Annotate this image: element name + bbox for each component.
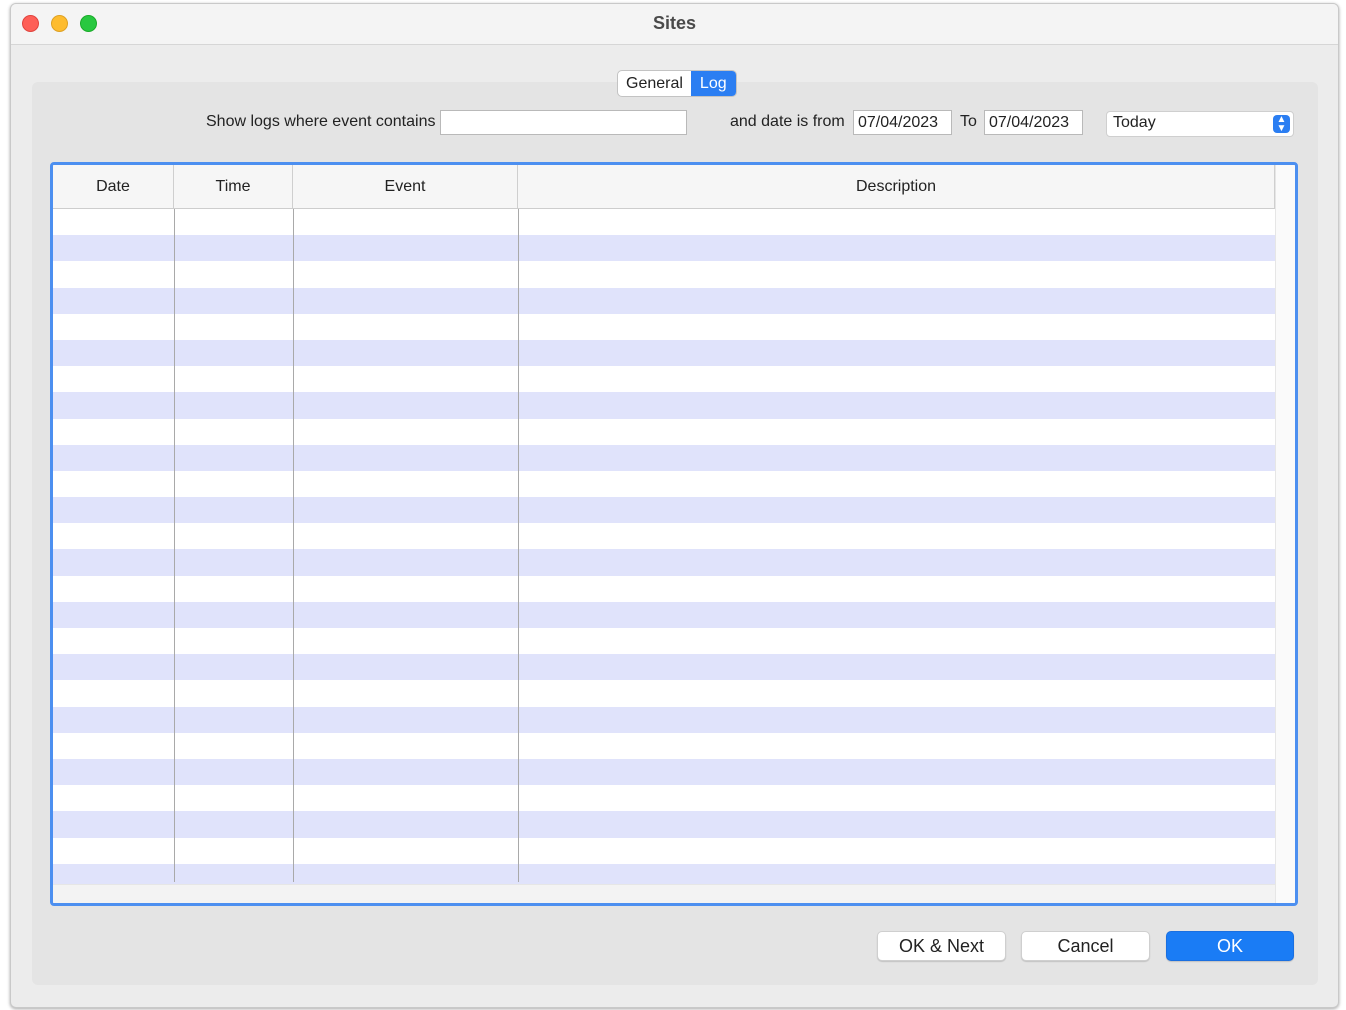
- table-row[interactable]: [53, 628, 1275, 655]
- table-row[interactable]: [53, 758, 1275, 786]
- tab-general[interactable]: General: [618, 71, 691, 96]
- updown-chevron-icon: ▲ ▼: [1273, 115, 1290, 134]
- table-body: [53, 209, 1275, 884]
- table-row[interactable]: [53, 444, 1275, 471]
- column-header-event[interactable]: Event: [293, 165, 518, 208]
- column-header-date[interactable]: Date: [53, 165, 174, 208]
- tab-bar: General Log: [617, 70, 737, 97]
- ok-next-button[interactable]: OK & Next: [877, 931, 1006, 961]
- table-row[interactable]: [53, 392, 1275, 419]
- tab-log[interactable]: Log: [690, 71, 736, 96]
- event-filter-label: Show logs where event contains: [206, 113, 436, 130]
- column-divider: [174, 209, 175, 882]
- table-row[interactable]: [53, 654, 1275, 681]
- date-to-label: To: [960, 113, 977, 130]
- date-to-field[interactable]: 07/04/2023: [984, 110, 1083, 135]
- column-divider: [518, 209, 519, 882]
- table-row[interactable]: [53, 706, 1275, 733]
- table-row[interactable]: [53, 235, 1275, 262]
- log-table[interactable]: Date Time Event Description: [50, 162, 1298, 906]
- horizontal-scrollbar[interactable]: [53, 884, 1275, 903]
- title-bar: Sites: [11, 4, 1338, 45]
- date-range-select[interactable]: Today ▲ ▼: [1106, 111, 1294, 137]
- table-row[interactable]: [53, 575, 1275, 602]
- table-row[interactable]: [53, 287, 1275, 314]
- table-row[interactable]: [53, 863, 1275, 884]
- column-divider: [293, 209, 294, 882]
- table-row[interactable]: [53, 837, 1275, 864]
- cancel-button[interactable]: Cancel: [1021, 931, 1150, 961]
- column-header-time[interactable]: Time: [174, 165, 293, 208]
- date-from-field[interactable]: 07/04/2023: [853, 110, 952, 135]
- table-row[interactable]: [53, 470, 1275, 498]
- table-row[interactable]: [53, 339, 1275, 367]
- column-header-description[interactable]: Description: [518, 165, 1275, 208]
- table-row[interactable]: [53, 418, 1275, 445]
- table-row[interactable]: [53, 601, 1275, 628]
- vertical-scrollbar[interactable]: [1275, 165, 1295, 903]
- table-row[interactable]: [53, 811, 1275, 838]
- table-row[interactable]: [53, 549, 1275, 576]
- table-row[interactable]: [53, 785, 1275, 812]
- table-row[interactable]: [53, 732, 1275, 759]
- ok-button[interactable]: OK: [1166, 931, 1294, 961]
- table-row[interactable]: [53, 680, 1275, 707]
- window-title: Sites: [652, 13, 697, 33]
- date-from-label: and date is from: [730, 113, 845, 130]
- date-range-value: Today: [1113, 114, 1156, 131]
- table-row[interactable]: [53, 261, 1275, 288]
- table-row[interactable]: [53, 497, 1275, 524]
- table-row[interactable]: [53, 366, 1275, 393]
- table-header: Date Time Event Description: [53, 165, 1275, 209]
- table-row[interactable]: [53, 313, 1275, 340]
- table-row[interactable]: [53, 209, 1275, 236]
- table-row[interactable]: [53, 523, 1275, 550]
- event-filter-input[interactable]: [440, 110, 687, 135]
- sites-window: Sites General Log Show logs where event …: [10, 3, 1339, 1008]
